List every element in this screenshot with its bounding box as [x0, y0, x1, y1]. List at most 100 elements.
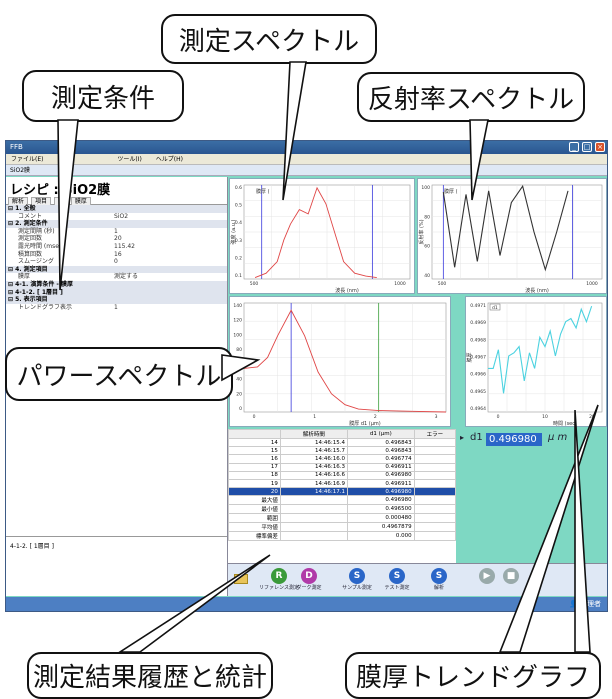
reflectance-spectrum-panel: 100 80 60 40 500 1000 波長 (nm) 反射率 (%) 膜厚 (	[417, 178, 607, 294]
callout-measurement-spectrum: 測定スペクトル	[161, 14, 377, 64]
tab-analysis[interactable]: 解析	[8, 197, 29, 205]
table-row[interactable]: 14 14:46:15.4 0.496843	[228, 437, 457, 448]
toolbar-button-4[interactable]: S 解析	[418, 568, 460, 591]
y-tick-label: 60	[236, 362, 242, 368]
property-key: 露光時間 (msec)	[18, 242, 65, 250]
power-spectrum-panel: 140 120 100 80 60 40 20 0 0 1 2 3 膜厚 d1 (μm)	[229, 296, 451, 427]
close-button[interactable]: ×	[595, 142, 605, 152]
stats-row[interactable]: 標準偏差 0.000	[228, 531, 457, 542]
property-category[interactable]: ⊟ 2. 測定条件	[6, 220, 227, 228]
toolbar-button-2[interactable]: S サンプル測定	[336, 568, 378, 591]
toolbar-button-3[interactable]: S テスト測定	[376, 568, 418, 591]
table-row[interactable]: 18 14:46:16.6 0.496980	[228, 470, 457, 480]
menu-bar: ファイル(E) ツール(I) ヘルプ(H)	[6, 154, 607, 165]
property-category[interactable]: ⊟ 4-1. 演算条件 - 膜厚	[6, 280, 227, 289]
y-tick-label: 40	[424, 273, 430, 279]
y-axis-label: 反射率 (%)	[418, 219, 425, 244]
property-row[interactable]: 膜厚 測定する	[6, 273, 227, 281]
stats-row[interactable]: 範囲 0.000480	[228, 513, 457, 524]
table-row[interactable]: 16 14:46:16.0 0.496774	[228, 454, 457, 464]
property-category[interactable]: ⊟ 1. 全般	[6, 205, 227, 213]
y-tick-label: 0.4965	[470, 389, 486, 395]
stats-row[interactable]: 最大値 0.496980	[228, 495, 457, 506]
tab-other[interactable]: ク	[53, 197, 68, 205]
y-tick-label: 40	[236, 377, 242, 383]
y-tick-label: 0.2	[235, 255, 242, 261]
x-tick-label: 500	[250, 281, 259, 287]
table-header[interactable]: 解析時間 d1 (μm) エラー	[228, 429, 457, 439]
x-tick-label: 2	[374, 414, 377, 420]
table-row[interactable]: 19 14:46:16.9 0.496911	[228, 478, 457, 489]
property-value: SiO2	[114, 212, 129, 220]
measurement-toolbar: R リファレンス測定 D ダーク測定 S サンプル測定 S テスト測定 S 解析 ▶ ■	[228, 563, 607, 596]
table-row[interactable]: 15 14:46:15.7 0.496843	[228, 446, 457, 456]
property-row[interactable]: スムージング 0	[6, 258, 227, 266]
marker-label: 膜厚 (	[444, 188, 458, 195]
toolbar-button-1[interactable]: D ダーク測定	[288, 568, 330, 591]
y-tick-label: 120	[233, 318, 242, 324]
measure-icon: ■	[503, 568, 519, 584]
tab-thickness[interactable]: 膜厚	[70, 197, 91, 205]
status-bar: 👤 管理者	[6, 597, 607, 611]
property-value: 1	[114, 227, 118, 235]
menu-file[interactable]: ファイル(E)	[11, 156, 43, 163]
measure-icon: S	[431, 568, 447, 584]
property-key: トレンドグラフ表示	[18, 303, 73, 311]
stats-row[interactable]: 平均値 0.4967879	[228, 522, 457, 533]
x-tick-label: 500	[438, 281, 447, 287]
property-grid[interactable]: ⊟ 1. 全般 コメント SiO2 ⊟ 2. 測定条件 測定間隔 (秒) 1 測定回数 20 露…	[6, 205, 227, 311]
menu-tools[interactable]: ツール(I)	[117, 156, 141, 163]
minimize-button[interactable]: _	[569, 142, 579, 152]
stats-row[interactable]: 最小値 0.496500	[228, 504, 457, 515]
measure-icon: R	[271, 568, 287, 584]
title-bar: FFB _ □ ×	[6, 141, 607, 154]
callout-thickness-trend: 膜厚トレンドグラフ	[345, 652, 601, 699]
measure-icon: S	[349, 568, 365, 584]
legend-label: d1	[492, 305, 498, 311]
property-value: 115.42	[114, 242, 135, 250]
trend-value-unit: μ m	[548, 432, 568, 443]
property-category[interactable]: ⊟ 4-1-2. [ 1層目 ]	[6, 288, 227, 297]
x-axis-label: 波長 (nm)	[525, 287, 549, 294]
callout-measurement-conditions: 測定条件	[22, 70, 184, 122]
folder-icon[interactable]	[234, 574, 248, 584]
table-row[interactable]: 20 14:46:17.1 0.496980	[228, 487, 457, 497]
property-category[interactable]: ⊟ 5. 表示項目	[6, 296, 227, 304]
property-key: 膜厚	[18, 273, 31, 281]
table-row[interactable]: 17 14:46:16.3 0.496911	[228, 462, 457, 472]
property-value: 16	[114, 250, 122, 258]
x-tick-label: 0	[253, 414, 256, 420]
y-tick-label: 0.4971	[470, 303, 486, 309]
user-icon: 👤	[569, 600, 578, 608]
maximize-button[interactable]: □	[582, 142, 592, 152]
document-tab[interactable]: SiO2膜	[6, 165, 607, 176]
x-axis-label: 膜厚 d1 (μm)	[349, 420, 381, 427]
y-tick-label: 80	[424, 214, 430, 220]
property-key: スムージング	[18, 258, 54, 266]
property-row[interactable]: 測定回数 20	[6, 235, 227, 243]
property-row[interactable]: トレンドグラフ表示 1	[6, 304, 227, 312]
history-table[interactable]: 解析時間 d1 (μm) エラー 14 14:46:15.4 0.496843 15 14:4…	[228, 429, 457, 563]
y-tick-label: 100	[233, 332, 242, 338]
measurement-spectrum-chart: 0.60.50.40.30.20.1500 1000波長 (nm)強度 (a.u.…	[230, 184, 411, 294]
toolbar-button-6[interactable]: ■	[490, 568, 532, 584]
trend-value: ▸ d1 0.496980 μ m	[456, 430, 607, 450]
property-key: 測定回数	[18, 235, 43, 243]
y-axis-label: 強度 (a.u.)	[230, 220, 237, 245]
x-tick-label: 1000	[586, 281, 598, 287]
tab-items[interactable]: 項目	[30, 197, 51, 205]
expand-arrow-icon[interactable]: ▸	[460, 433, 464, 442]
y-tick-label: 140	[233, 303, 242, 309]
toolbar-button-label: ダーク測定	[296, 585, 322, 591]
y-tick-label: 0.6	[235, 185, 242, 191]
property-row[interactable]: 露光時間 (msec) 115.42	[6, 243, 227, 251]
property-value: 1	[114, 303, 118, 311]
marker-label: 膜厚 (	[256, 188, 270, 195]
callout-reflectance-spectrum: 反射率スペクトル	[357, 72, 585, 122]
menu-help[interactable]: ヘルプ(H)	[156, 156, 183, 163]
x-axis-label: 時間 (sec)	[553, 421, 577, 427]
x-tick-label: 0	[497, 414, 500, 420]
x-tick-label: 1000	[394, 281, 406, 287]
x-tick-label: 3	[435, 414, 438, 420]
x-tick-label: 1	[313, 414, 316, 420]
